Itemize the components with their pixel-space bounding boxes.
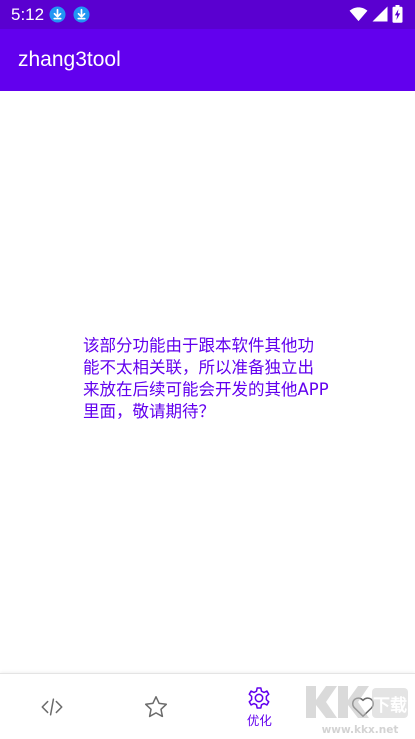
app-title: zhang3tool xyxy=(18,48,121,71)
gear-icon xyxy=(248,687,270,709)
bottom-navigation: 优化 xyxy=(0,673,415,739)
battery-charging-icon xyxy=(392,5,403,23)
nav-label-optimize: 优化 xyxy=(246,713,272,728)
nav-item-heart[interactable] xyxy=(311,674,415,739)
notice-text: 该部分功能由于跟本软件其他功能不太相关联，所以准备独立出来放在后续可能会开发的其… xyxy=(83,336,329,421)
code-icon xyxy=(41,698,63,716)
download-icon xyxy=(49,6,66,23)
nav-item-favorites[interactable] xyxy=(104,674,208,739)
status-bar: 5:12 xyxy=(0,0,415,29)
heart-icon xyxy=(352,697,375,717)
app-bar: zhang3tool xyxy=(0,29,415,91)
nav-item-optimize[interactable]: 优化 xyxy=(208,674,312,739)
status-time: 5:12 xyxy=(11,5,45,24)
signal-icon xyxy=(372,6,388,22)
status-icons xyxy=(345,5,403,23)
main-content: 该部分功能由于跟本软件其他功能不太相关联，所以准备独立出来放在后续可能会开发的其… xyxy=(0,91,415,673)
download-icon xyxy=(73,6,90,23)
star-icon xyxy=(144,696,167,718)
wifi-icon xyxy=(349,7,368,22)
nav-item-code[interactable] xyxy=(0,674,104,739)
